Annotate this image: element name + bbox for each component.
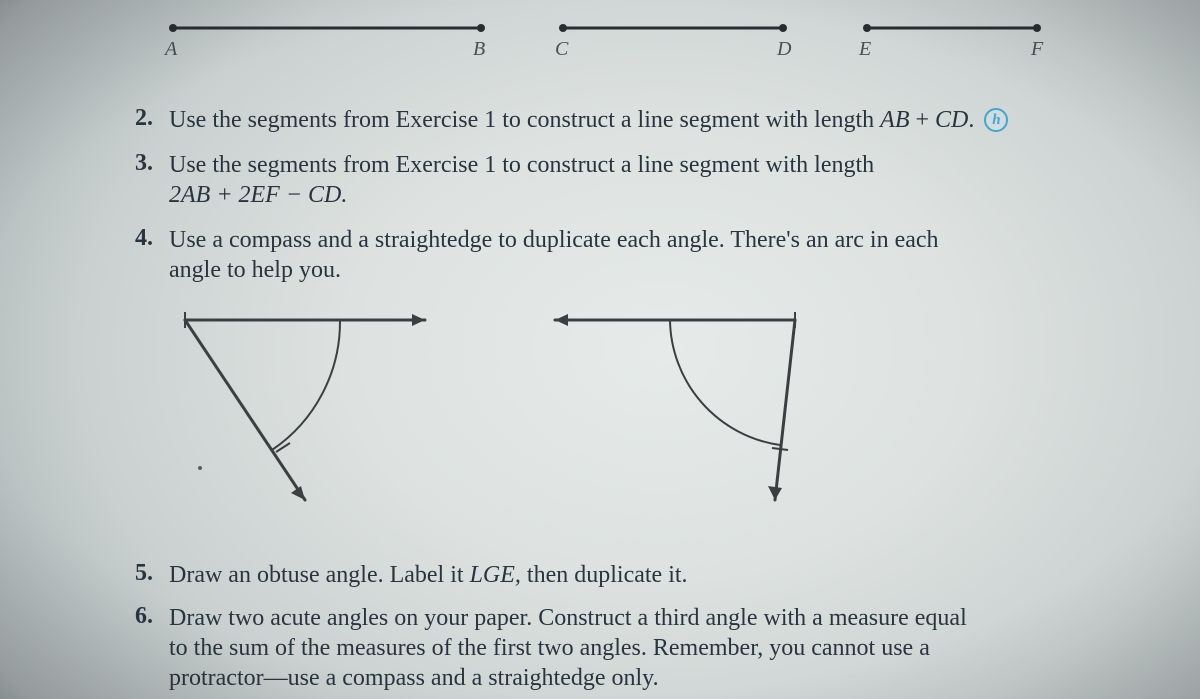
q2-cd: CD xyxy=(935,107,968,133)
angle-figures xyxy=(150,290,850,520)
q4-text-a: Use a compass and a straightedge to dupl… xyxy=(169,227,939,253)
label-F: F xyxy=(1031,38,1043,61)
label-C: C xyxy=(555,38,568,61)
q2-plus: + xyxy=(909,107,935,133)
angle-right xyxy=(555,312,795,500)
q5-text-b: then duplicate it. xyxy=(521,562,688,588)
q5-text-a: Draw an obtuse angle. Label it xyxy=(169,562,470,588)
q6-number: 6. xyxy=(135,603,153,630)
q4-number: 4. xyxy=(135,225,153,252)
q6-text-c: protractor—use a compass and a straighte… xyxy=(169,665,659,691)
q6-text-b: to the sum of the measures of the first … xyxy=(169,635,930,661)
q6-text: Draw two acute angles on your paper. Con… xyxy=(169,603,967,693)
q2-ab: AB xyxy=(880,107,909,133)
q3-text-a: Use the segments from Exercise 1 to cons… xyxy=(169,152,874,178)
q4-text: Use a compass and a straightedge to dupl… xyxy=(169,225,939,285)
q3-number: 3. xyxy=(135,150,153,177)
q3-text: Use the segments from Exercise 1 to cons… xyxy=(169,150,874,210)
angle-left xyxy=(185,312,425,500)
label-E: E xyxy=(859,38,871,61)
q5-text: Draw an obtuse angle. Label it LGE, then… xyxy=(169,560,688,590)
label-A: A xyxy=(165,38,177,61)
label-B: B xyxy=(473,38,485,61)
q5-number: 5. xyxy=(135,560,153,587)
q2-number: 2. xyxy=(135,105,153,132)
q2-text: Use the segments from Exercise 1 to cons… xyxy=(169,105,1008,135)
q2-text-a: Use the segments from Exercise 1 to cons… xyxy=(169,107,880,133)
label-D: D xyxy=(777,38,791,61)
textbook-page: A B C D E F 2. Use the segments from Exe… xyxy=(0,0,1200,699)
q5-lge: LGE, xyxy=(470,562,521,588)
segments-svg xyxy=(165,20,1065,50)
q4-text-b: angle to help you. xyxy=(169,257,341,283)
page-content: A B C D E F 2. Use the segments from Exe… xyxy=(0,0,1200,699)
q6-text-a: Draw two acute angles on your paper. Con… xyxy=(169,605,967,631)
help-icon[interactable]: h xyxy=(984,108,1008,132)
segments-row: A B C D E F xyxy=(165,20,1065,55)
q3-expr: 2AB + 2EF − CD. xyxy=(169,182,347,208)
q2-dot: . xyxy=(968,107,974,133)
